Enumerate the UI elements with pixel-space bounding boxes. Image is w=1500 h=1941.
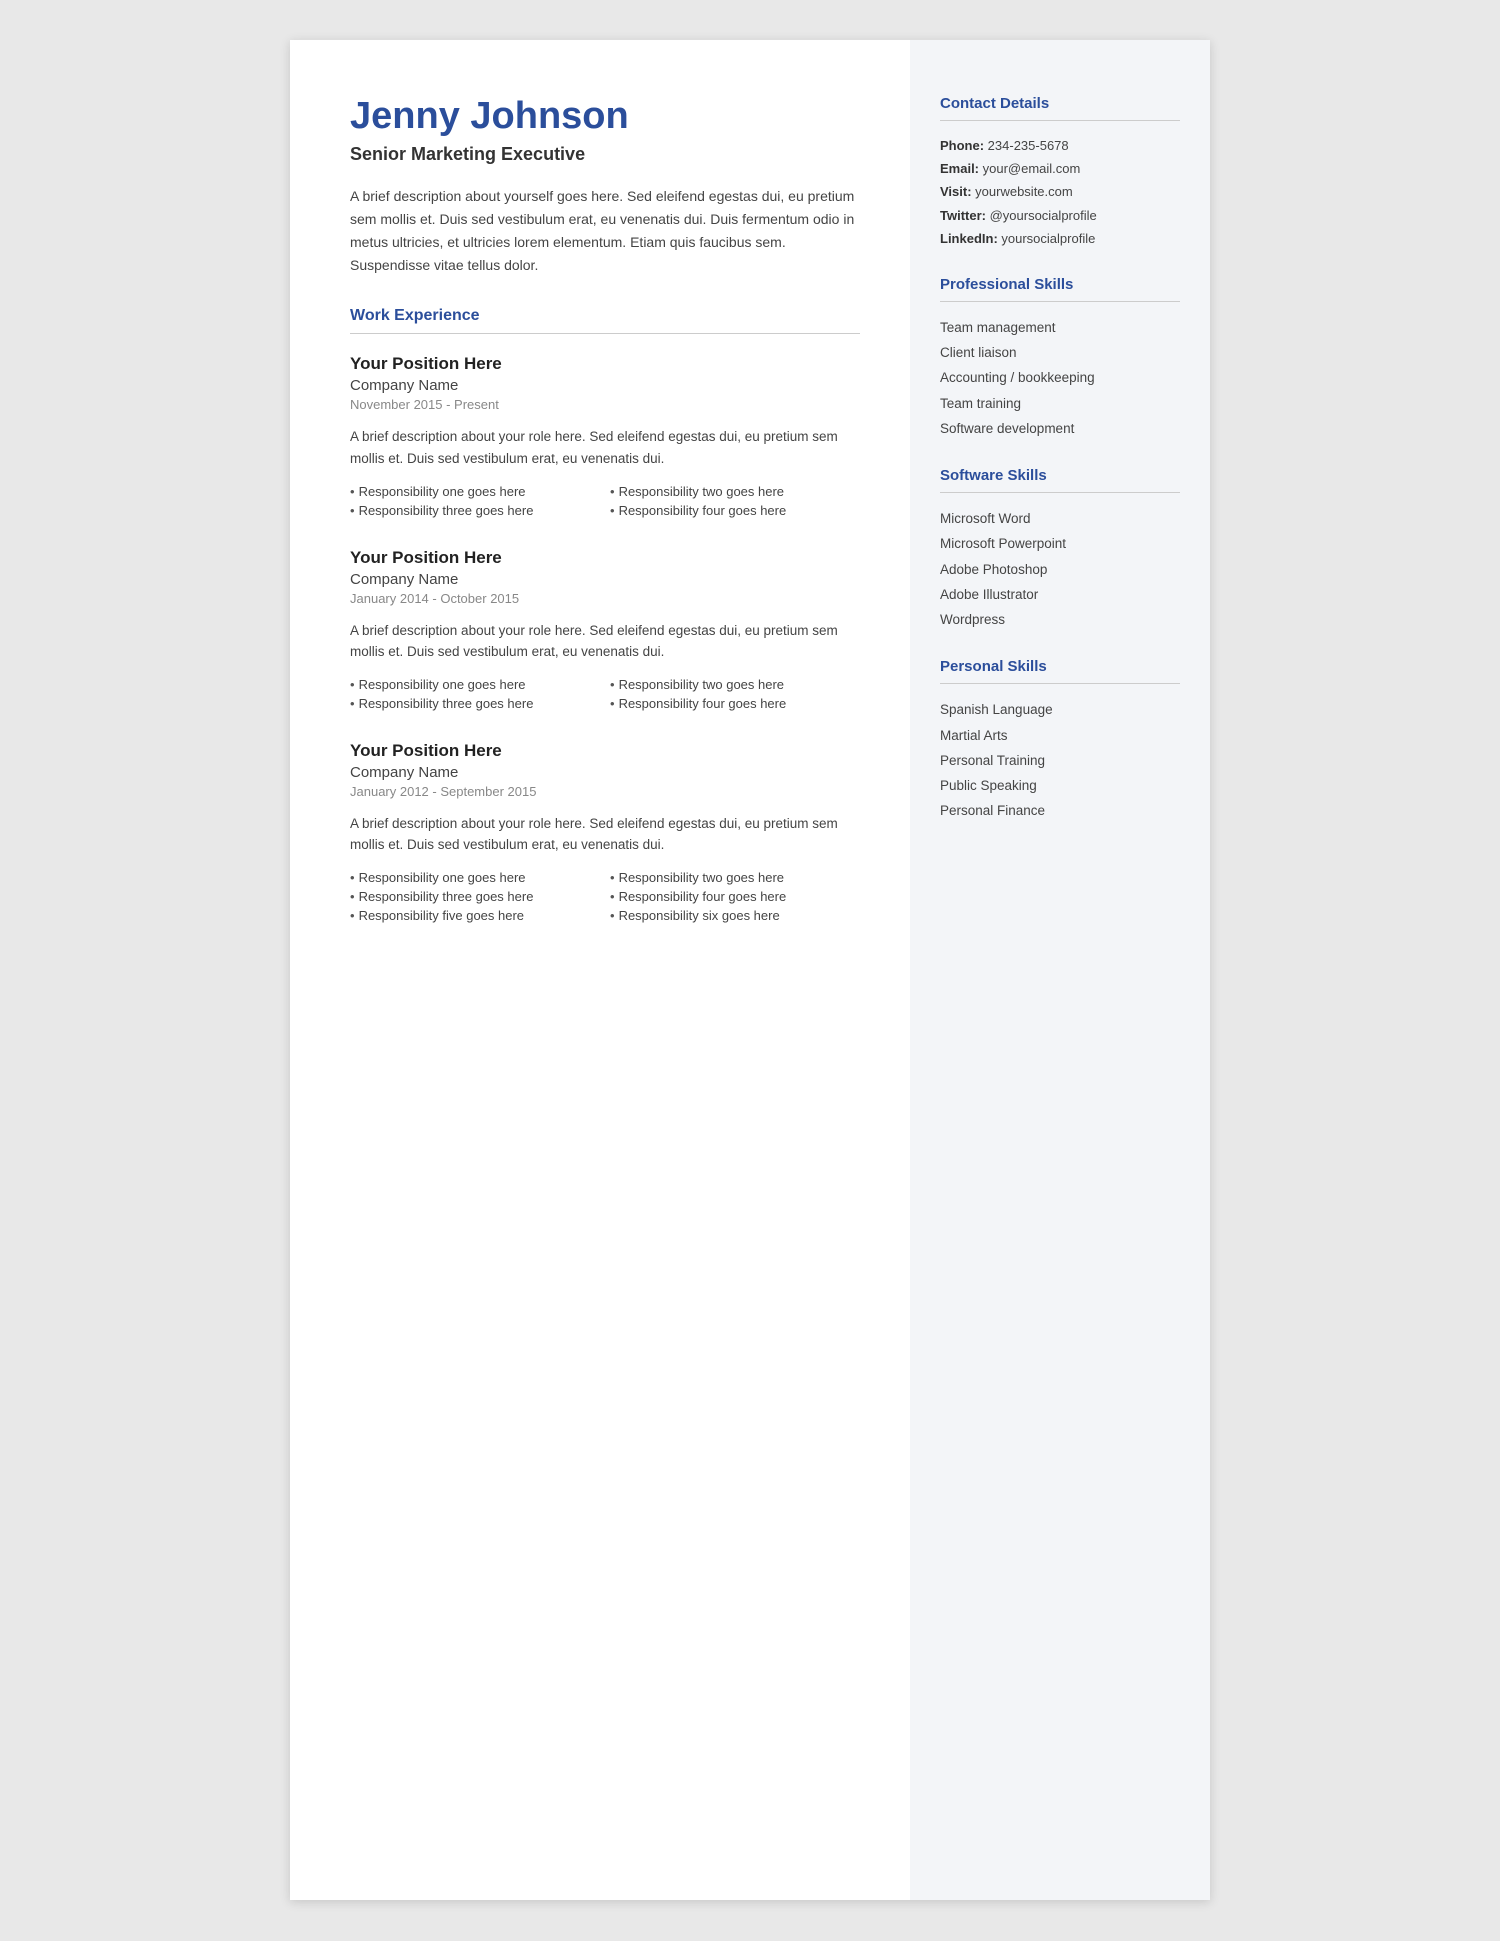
- resp-item: • Responsibility three goes here: [350, 503, 600, 518]
- personal-skills-divider: [940, 683, 1180, 684]
- professional-skills-divider: [940, 301, 1180, 302]
- company-name-1: Company Name: [350, 377, 860, 394]
- skill-item: Team training: [940, 394, 1180, 414]
- job-dates-1: November 2015 - Present: [350, 397, 860, 412]
- candidate-title: Senior Marketing Executive: [350, 144, 860, 165]
- job-title-2: Your Position Here: [350, 548, 860, 568]
- contact-twitter: Twitter: @yoursocialprofile: [940, 207, 1180, 225]
- resp-item: • Responsibility two goes here: [610, 677, 860, 692]
- phone-value: 234-235-5678: [988, 138, 1069, 153]
- skill-item: Microsoft Word: [940, 509, 1180, 529]
- bullet-icon: •: [610, 908, 615, 923]
- skill-item: Team management: [940, 318, 1180, 338]
- job-block-1: Your Position Here Company Name November…: [350, 354, 860, 517]
- resp-item: • Responsibility four goes here: [610, 503, 860, 518]
- twitter-value: @yoursocialprofile: [990, 208, 1097, 223]
- skill-item: Adobe Photoshop: [940, 560, 1180, 580]
- job-desc-3: A brief description about your role here…: [350, 813, 860, 856]
- linkedin-label: LinkedIn:: [940, 231, 1001, 246]
- job-desc-1: A brief description about your role here…: [350, 426, 860, 469]
- resp-item: • Responsibility three goes here: [350, 696, 600, 711]
- company-name-3: Company Name: [350, 764, 860, 781]
- main-column: Jenny Johnson Senior Marketing Executive…: [290, 40, 910, 1900]
- skill-item: Spanish Language: [940, 700, 1180, 720]
- email-value: your@email.com: [983, 161, 1081, 176]
- phone-label: Phone:: [940, 138, 988, 153]
- contact-website: Visit: yourwebsite.com: [940, 183, 1180, 201]
- bullet-icon: •: [350, 908, 355, 923]
- responsibilities-2: • Responsibility one goes here • Respons…: [350, 677, 860, 711]
- bullet-icon: •: [610, 870, 615, 885]
- contact-section: Contact Details Phone: 234-235-5678 Emai…: [940, 95, 1180, 248]
- bio-text: A brief description about yourself goes …: [350, 185, 860, 277]
- work-experience-heading: Work Experience: [350, 307, 860, 325]
- skill-item: Microsoft Powerpoint: [940, 534, 1180, 554]
- bullet-icon: •: [610, 889, 615, 904]
- skill-item: Personal Finance: [940, 801, 1180, 821]
- software-skills-heading: Software Skills: [940, 467, 1180, 484]
- linkedin-value: yoursocialprofile: [1001, 231, 1095, 246]
- personal-skills-section: Personal Skills Spanish Language Martial…: [940, 658, 1180, 821]
- bullet-icon: •: [350, 677, 355, 692]
- name-title-section: Jenny Johnson Senior Marketing Executive: [350, 95, 860, 165]
- job-title-1: Your Position Here: [350, 354, 860, 374]
- bullet-icon: •: [350, 484, 355, 499]
- contact-phone: Phone: 234-235-5678: [940, 137, 1180, 155]
- company-name-2: Company Name: [350, 571, 860, 588]
- software-skills-section: Software Skills Microsoft Word Microsoft…: [940, 467, 1180, 630]
- skill-item: Martial Arts: [940, 726, 1180, 746]
- bullet-icon: •: [610, 503, 615, 518]
- resume-page: Jenny Johnson Senior Marketing Executive…: [290, 40, 1210, 1900]
- sidebar-column: Contact Details Phone: 234-235-5678 Emai…: [910, 40, 1210, 1900]
- bullet-icon: •: [610, 696, 615, 711]
- job-desc-2: A brief description about your role here…: [350, 620, 860, 663]
- job-dates-2: January 2014 - October 2015: [350, 591, 860, 606]
- contact-email: Email: your@email.com: [940, 160, 1180, 178]
- responsibilities-1: • Responsibility one goes here • Respons…: [350, 484, 860, 518]
- software-skills-divider: [940, 492, 1180, 493]
- visit-value: yourwebsite.com: [975, 184, 1073, 199]
- skill-item: Adobe Illustrator: [940, 585, 1180, 605]
- responsibilities-3: • Responsibility one goes here • Respons…: [350, 870, 860, 923]
- bullet-icon: •: [350, 889, 355, 904]
- email-label: Email:: [940, 161, 983, 176]
- visit-label: Visit:: [940, 184, 975, 199]
- resp-item: • Responsibility five goes here: [350, 908, 600, 923]
- resp-item: • Responsibility six goes here: [610, 908, 860, 923]
- skill-item: Wordpress: [940, 610, 1180, 630]
- resp-item: • Responsibility four goes here: [610, 696, 860, 711]
- personal-skills-heading: Personal Skills: [940, 658, 1180, 675]
- job-dates-3: January 2012 - September 2015: [350, 784, 860, 799]
- resp-item: • Responsibility two goes here: [610, 484, 860, 499]
- contact-divider: [940, 120, 1180, 121]
- skill-item: Personal Training: [940, 751, 1180, 771]
- resp-item: • Responsibility two goes here: [610, 870, 860, 885]
- resp-item: • Responsibility one goes here: [350, 870, 600, 885]
- resp-item: • Responsibility four goes here: [610, 889, 860, 904]
- bullet-icon: •: [610, 484, 615, 499]
- bullet-icon: •: [350, 503, 355, 518]
- resp-item: • Responsibility one goes here: [350, 677, 600, 692]
- work-experience-divider: [350, 333, 860, 334]
- bullet-icon: •: [610, 677, 615, 692]
- skill-item: Public Speaking: [940, 776, 1180, 796]
- skill-item: Software development: [940, 419, 1180, 439]
- bullet-icon: •: [350, 870, 355, 885]
- job-block-2: Your Position Here Company Name January …: [350, 548, 860, 711]
- job-title-3: Your Position Here: [350, 741, 860, 761]
- contact-linkedin: LinkedIn: yoursocialprofile: [940, 230, 1180, 248]
- resp-item: • Responsibility one goes here: [350, 484, 600, 499]
- twitter-label: Twitter:: [940, 208, 990, 223]
- professional-skills-heading: Professional Skills: [940, 276, 1180, 293]
- job-block-3: Your Position Here Company Name January …: [350, 741, 860, 923]
- candidate-name: Jenny Johnson: [350, 95, 860, 138]
- professional-skills-section: Professional Skills Team management Clie…: [940, 276, 1180, 439]
- contact-heading: Contact Details: [940, 95, 1180, 112]
- bullet-icon: •: [350, 696, 355, 711]
- skill-item: Client liaison: [940, 343, 1180, 363]
- resp-item: • Responsibility three goes here: [350, 889, 600, 904]
- skill-item: Accounting / bookkeeping: [940, 368, 1180, 388]
